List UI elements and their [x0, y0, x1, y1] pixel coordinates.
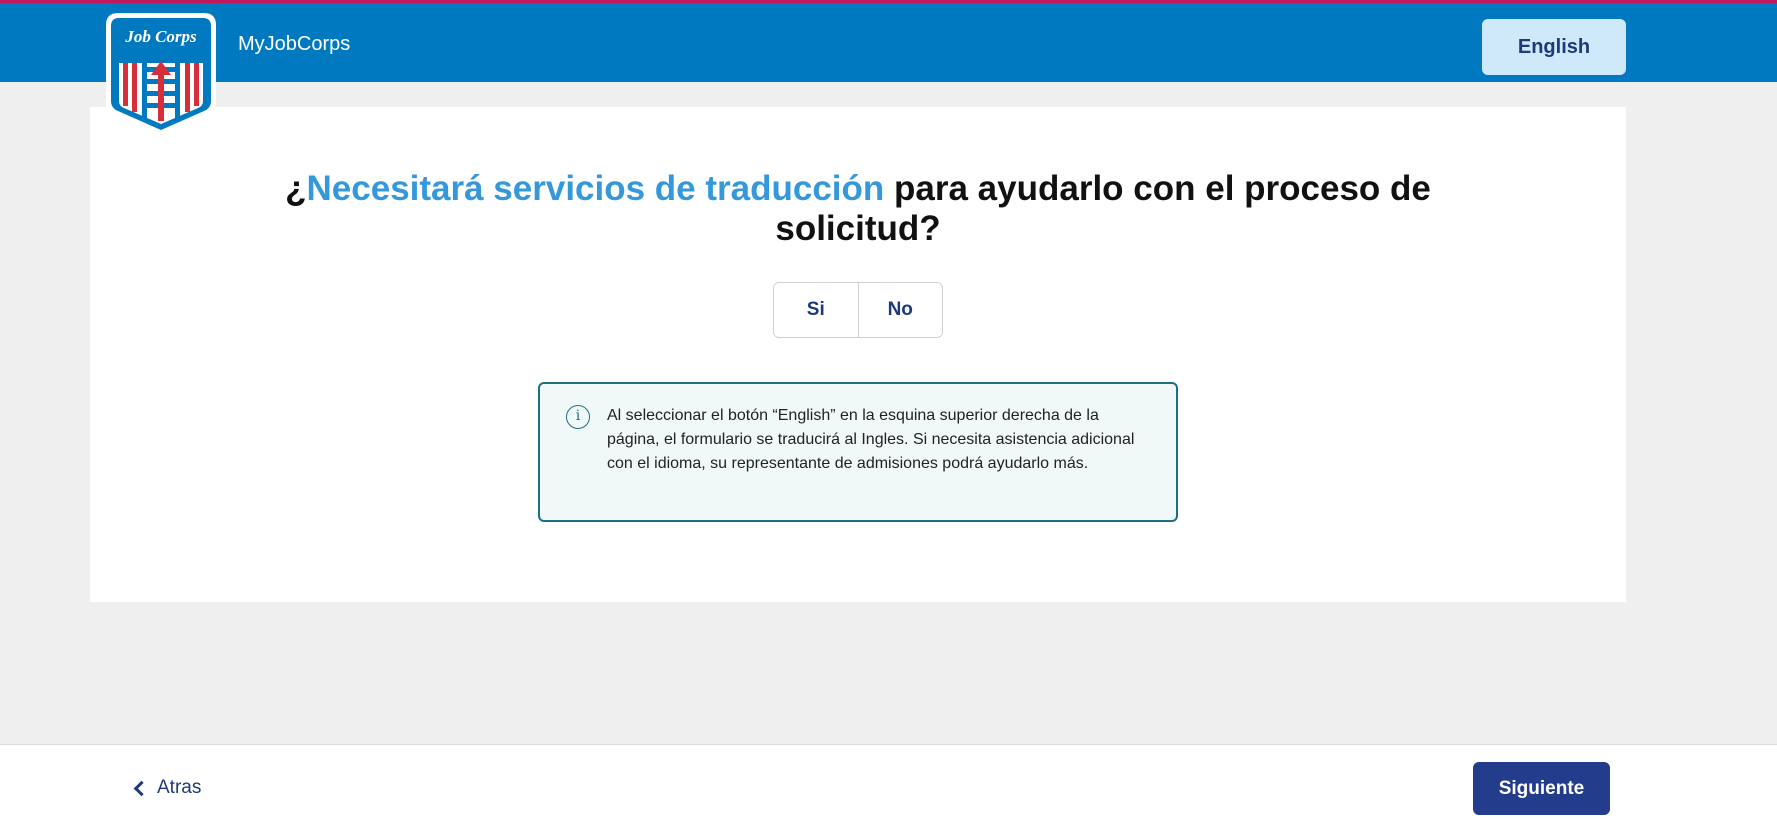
back-button[interactable]: Atras [133, 777, 202, 799]
question-heading: ¿Necesitará servicios de traducción para… [285, 169, 1431, 248]
brand-name[interactable]: MyJobCorps [238, 33, 350, 56]
yes-no-toggle: Si No [773, 282, 943, 338]
language-toggle-button[interactable]: English [1482, 19, 1626, 75]
back-label: Atras [157, 777, 202, 798]
chevron-left-icon [133, 780, 150, 796]
next-button[interactable]: Siguiente [1473, 762, 1610, 815]
info-text: Al seleccionar el botón “English” en la … [607, 407, 1135, 472]
logo-text: Job Corps [124, 27, 197, 46]
no-button[interactable]: No [857, 283, 942, 337]
footer-nav: Atras Siguiente [0, 744, 1777, 820]
info-icon: i [566, 405, 590, 429]
job-corps-logo[interactable]: Job Corps [104, 11, 218, 138]
info-box: i Al seleccionar el botón “English” en l… [538, 382, 1178, 522]
question-card: ¿Necesitará servicios de traducción para… [90, 107, 1626, 602]
yes-button[interactable]: Si [774, 283, 858, 337]
question-highlight: Necesitará servicios de traducción [306, 169, 885, 208]
site-header: MyJobCorps English [0, 3, 1777, 82]
